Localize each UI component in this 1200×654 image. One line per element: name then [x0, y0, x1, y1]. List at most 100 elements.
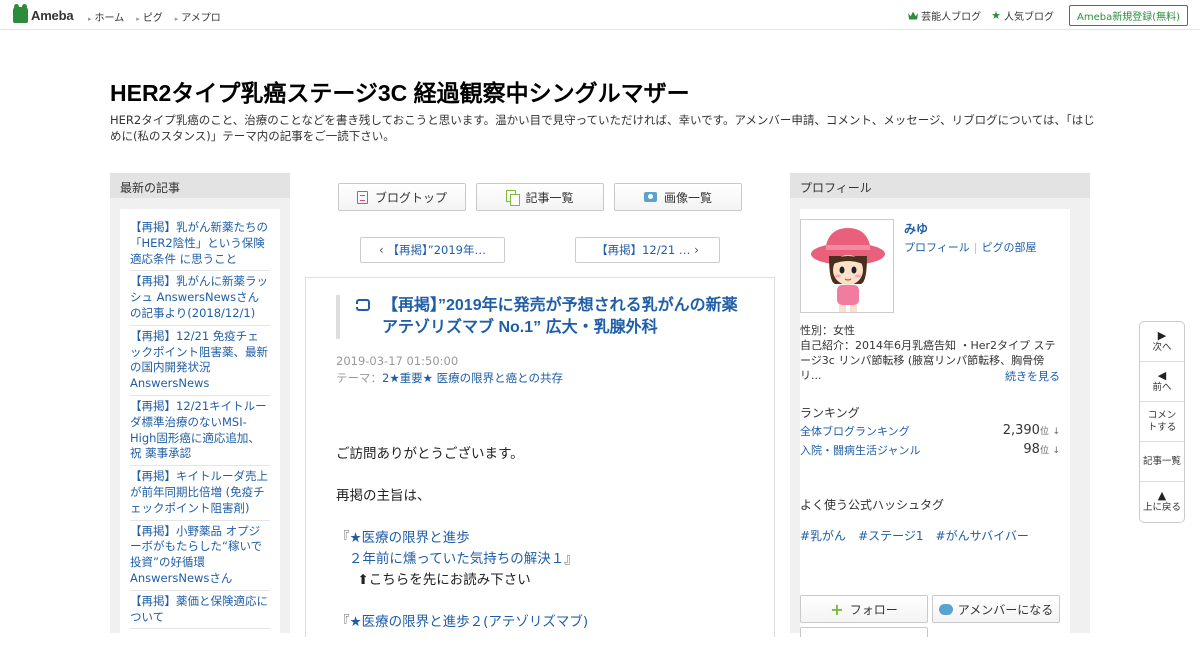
hashtag[interactable]: #乳がん [800, 527, 846, 544]
article-theme-link[interactable]: 2★重要★ 医療の限界と癌との共存 [382, 371, 563, 385]
blog-title[interactable]: HER2タイプ乳癌ステージ3C 経過観察中シングルマザー [110, 74, 690, 108]
image-list-label: 画像一覧 [663, 190, 712, 205]
article-theme-label: テーマ： [336, 371, 382, 385]
ameba-logo[interactable]: Ameba [13, 4, 74, 24]
ameba-logo-icon [13, 4, 28, 23]
blog-top-label: ブログトップ [374, 190, 447, 205]
next-button[interactable]: ▶ 次へ [1140, 322, 1184, 362]
nav-amepro[interactable]: アメプロ [175, 9, 221, 24]
recent-entry[interactable]: 【再掲】乳がんに新薬ラッシュ AnswersNewsさんの記事より(2018/1… [130, 271, 270, 326]
document-icon [356, 190, 368, 204]
triangle-up-icon: ▲ [1157, 489, 1167, 502]
nav-pigg[interactable]: ピグ [136, 9, 163, 24]
pages-icon [506, 190, 521, 206]
hashtag[interactable]: #がんサバイバー [936, 527, 1029, 544]
quote-close: 』 [564, 551, 578, 567]
hashtag-heading: よく使う公式ハッシュタグ [800, 498, 945, 512]
next-label: 次へ [1152, 341, 1172, 353]
logo-text: Ameba [31, 7, 74, 23]
entry-list-side-label: 記事一覧 [1142, 455, 1181, 467]
article-greeting: ご訪問ありがとうございます。 [336, 446, 524, 462]
article-body: ご訪問ありがとうございます。 再掲の主旨は、 『 ★医療の限界と進歩 ２年前に燻っ… [336, 444, 756, 654]
top-nav: ホーム ピグ アメプロ [88, 9, 221, 24]
blog-top-button[interactable]: ブログトップ [338, 183, 466, 211]
back-to-top-label: 上に戻る [1142, 502, 1181, 513]
pigg-room-link[interactable]: ピグの部屋 [982, 241, 1037, 254]
top-bar: Ameba ホーム ピグ アメプロ 芸能人ブログ ★ 人気ブログ Ameba新規… [0, 0, 1200, 30]
recent-entry[interactable]: 【再掲】12/21 免疫チェックポイント阻害薬、最新の国内開発状況 Answer… [130, 326, 270, 396]
reblog-icon [354, 299, 370, 311]
recent-entry[interactable]: 【再掲】乳がん新薬たちの「HER2陰性」という保険適応条件 に思うこと [130, 217, 270, 272]
partial-button[interactable] [800, 627, 928, 637]
star-icon: ★ [991, 9, 1001, 22]
ranking-value: 2,390 [1002, 423, 1040, 438]
quote-open: 『 [336, 614, 350, 630]
read-more-link[interactable]: 続きを見る [1005, 368, 1060, 384]
amember-label: アメンバーになる [957, 602, 1054, 617]
article-theme: テーマ：2★重要★ 医療の限界と癌との共存 [336, 370, 563, 386]
recent-entries-list: 【再掲】乳がん新薬たちの「HER2陰性」という保険適応条件 に思うこと 【再掲】… [120, 209, 280, 639]
ranking-row: 全体ブログランキング 2,390位 ↓ [800, 423, 1060, 439]
trend-down-icon: ↓ [1052, 427, 1060, 437]
comment-button[interactable]: コメントする [1140, 402, 1184, 442]
comment-label: コメントする [1147, 409, 1177, 433]
plus-icon: + [830, 599, 844, 619]
ranking-value-group: 98位 ↓ [1023, 442, 1060, 458]
floating-nav: ▶ 次へ ◀ 前へ コメントする 記事一覧 ▲ 上に戻る [1139, 321, 1185, 523]
hashtag-list: #乳がん #ステージ1 #がんサバイバー [800, 527, 1029, 544]
top-right-links: 芸能人ブログ ★ 人気ブログ Ameba新規登録(無料) [908, 5, 1188, 26]
reference-note: ⬆こちらを先にお読み下さい [357, 572, 531, 588]
profile-links: プロフィール | ピグの部屋 [904, 239, 1037, 255]
crown-icon [908, 11, 919, 20]
recent-entries-heading: 最新の記事 [110, 173, 290, 198]
entry-list-side-button[interactable]: 記事一覧 [1140, 442, 1184, 482]
recent-entry[interactable]: 【再掲】キイトルーダ売上が前年同期比倍増 (免疫チェックポイント阻害剤) [130, 466, 270, 521]
article-date: 2019-03-17 01:50:00 [336, 354, 459, 368]
nav-home[interactable]: ホーム [88, 9, 125, 24]
prev-entry-button[interactable]: ‹ 【再掲】”2019年… [360, 237, 505, 263]
back-to-top-button[interactable]: ▲ 上に戻る [1140, 482, 1184, 522]
next-entry-button[interactable]: 【再掲】12/21 … › [575, 237, 720, 263]
image-list-button[interactable]: 画像一覧 [614, 183, 742, 211]
trend-down-icon: ↓ [1052, 446, 1060, 456]
hashtag[interactable]: #ステージ1 [858, 527, 923, 544]
reference-link-2[interactable]: ★医療の限界と進歩２(アテゾリズマブ) [350, 614, 589, 630]
recent-entry[interactable]: 【再掲】12/21キイトルーダ標準治療のないMSI-High固形癌に適応追加、祝… [130, 396, 270, 467]
play-left-icon: ◀ [1157, 368, 1167, 382]
profile-content: みゆ プロフィール | ピグの部屋 性別：女性 自己紹介：2014年6月乳癌告知 ・… [800, 209, 1070, 639]
chevron-left-icon: ‹ [379, 243, 384, 257]
prev-button[interactable]: ◀ 前へ [1140, 362, 1184, 402]
link-separator: | [973, 241, 978, 254]
entry-list-button[interactable]: 記事一覧 [476, 183, 604, 211]
popular-blog-link[interactable]: ★ 人気ブログ [991, 8, 1054, 23]
article-intro: 再掲の主旨は、 [336, 488, 431, 504]
ranking-label[interactable]: 入院・闘病生活ジャンル [800, 442, 920, 458]
article-title[interactable]: 【再掲】”2019年に発売が予想される乳がんの新薬 アテゾリズマブ No.1” … [382, 297, 738, 336]
chevron-right-icon: › [694, 243, 699, 257]
ranking-row: 入院・闘病生活ジャンル 98位 ↓ [800, 442, 1060, 458]
reference-link-1-sub[interactable]: ２年前に燻っていた気持ちの解決１ [349, 551, 564, 567]
reference-link-1[interactable]: ★医療の限界と進歩 [350, 530, 470, 546]
amember-button[interactable]: アメンバーになる [932, 595, 1060, 623]
celebrity-blog-link[interactable]: 芸能人ブログ [908, 8, 981, 23]
profile-heading: プロフィール [790, 173, 1090, 198]
profile-name[interactable]: みゆ [904, 220, 928, 237]
camera-icon [643, 192, 657, 202]
prev-entry-label: 【再掲】”2019年… [387, 243, 486, 257]
ranking-value: 98 [1023, 442, 1040, 457]
article-title-block: 【再掲】”2019年に発売が予想される乳がんの新薬 アテゾリズマブ No.1” … [336, 295, 746, 339]
chat-bubble-icon [938, 603, 953, 615]
blog-description: HER2タイプ乳癌のこと、治療のことなどを書き残しておこうと思います。温かい目で… [110, 113, 1095, 143]
avatar[interactable] [800, 219, 894, 313]
signup-button[interactable]: Ameba新規登録(無料) [1068, 5, 1188, 26]
follow-label: フォロー [849, 602, 898, 617]
recent-entry[interactable]: 【再掲】小野薬品 オプジーボがもたらした“稼いで投資”の好循環 AnswersN… [130, 521, 270, 591]
recent-entry[interactable]: 【再掲】薬価と保険適応について [130, 591, 270, 630]
ranking-label[interactable]: 全体ブログランキング [800, 423, 910, 439]
recent-entries-panel: 最新の記事 【再掲】乳がん新薬たちの「HER2陰性」という保険適応条件 に思うこ… [110, 173, 290, 639]
profile-panel: プロフィール みゆ プロフィール | ピグの部屋 性別：女性 自己紹介：2014… [790, 173, 1090, 639]
follow-button[interactable]: + フォロー [800, 595, 928, 623]
popular-blog-label: 人気ブログ [1003, 12, 1054, 23]
profile-link[interactable]: プロフィール [904, 241, 970, 254]
blog-toolbar: ブログトップ 記事一覧 画像一覧 [338, 183, 742, 211]
